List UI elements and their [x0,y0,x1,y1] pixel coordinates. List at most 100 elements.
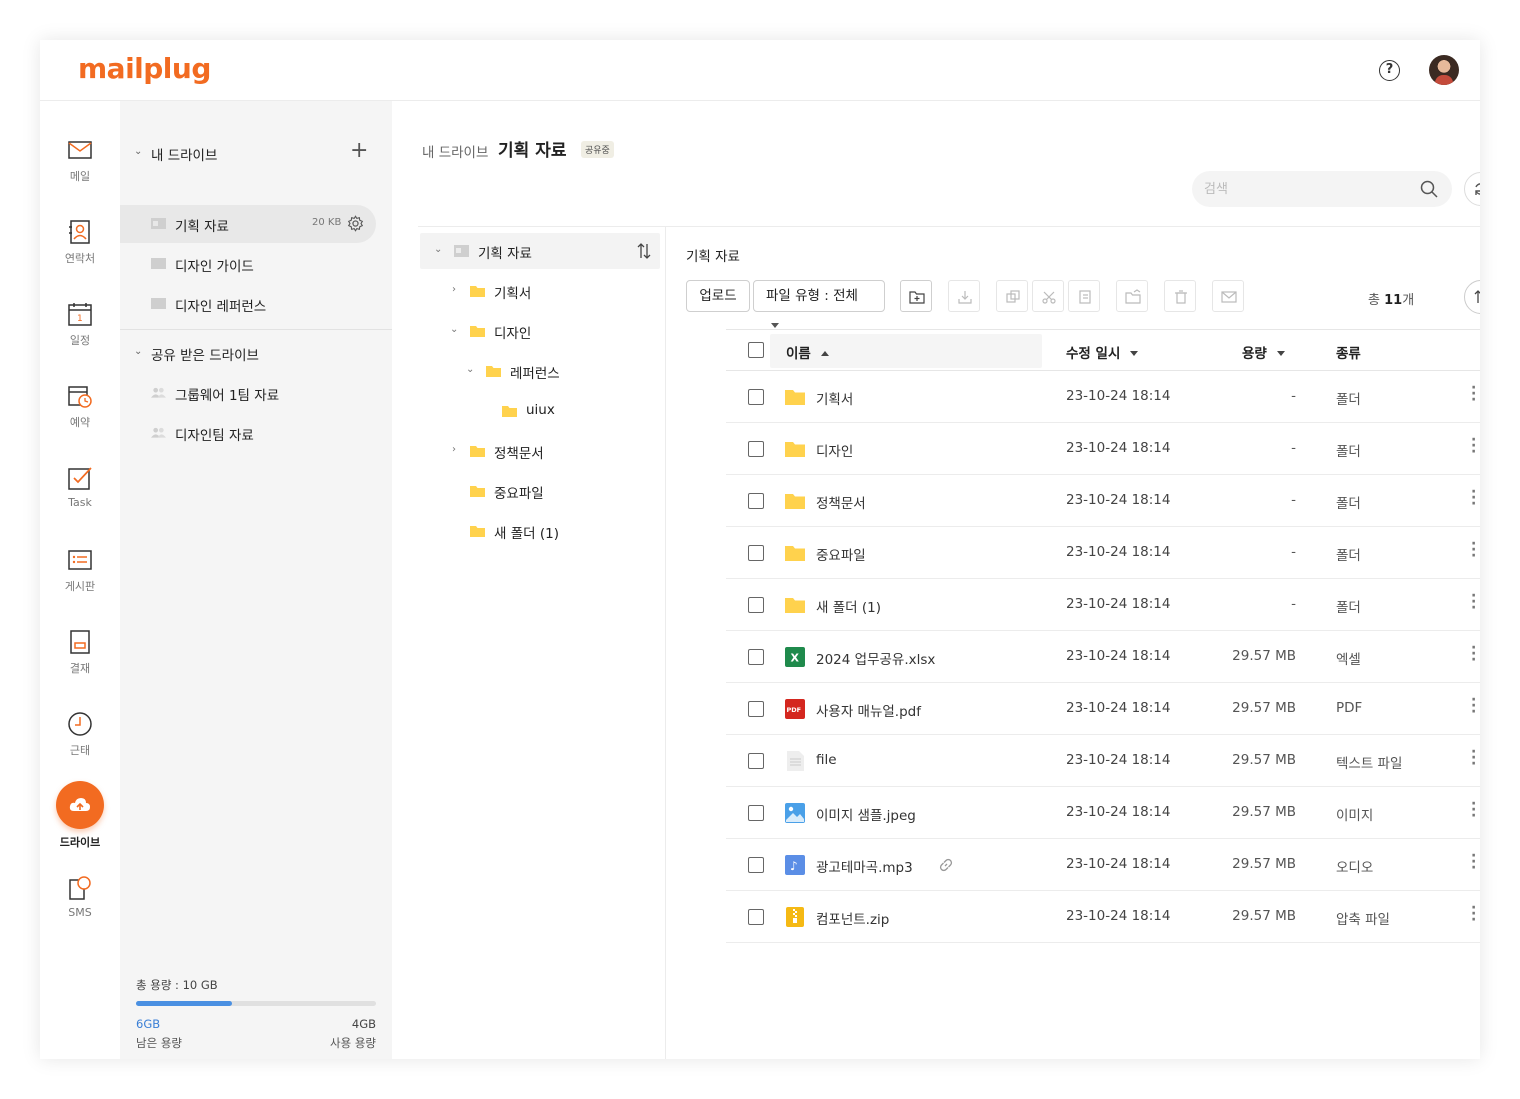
link-icon[interactable] [938,857,954,873]
more-options-icon[interactable]: · · · [1471,641,1476,667]
more-options-icon[interactable]: · · · [1471,693,1476,719]
add-drive-button[interactable]: + [350,138,368,163]
nav-board[interactable]: 게시판 [40,547,120,607]
more-options-icon[interactable]: · · · [1471,537,1476,563]
paste-button[interactable] [1068,280,1100,312]
column-header-size[interactable]: 용량 [1242,342,1285,362]
table-row[interactable]: X 2024 업무공유.xlsx 23-10-24 18:14 29.57 MB… [726,631,1480,683]
tree-node-root[interactable]: ⌄ 기획 자료 [420,233,660,269]
more-options-icon[interactable]: · · · [1471,745,1476,771]
sidebar-item-design-guide[interactable]: 디자인 가이드 [120,245,376,283]
cut-button[interactable] [1032,280,1064,312]
nav-mail[interactable]: 메일 [40,137,120,197]
search-icon[interactable] [1420,180,1438,198]
copy-button[interactable] [996,280,1028,312]
nav-label: 결재 [69,662,91,675]
sort-icon[interactable] [636,242,652,260]
shared-drive-label: 공유 받은 드라이브 [151,348,259,364]
folder-icon [785,390,805,405]
nav-task[interactable]: Task [40,465,120,525]
column-header-modified[interactable]: 수정 일시 [1066,342,1139,362]
row-checkbox[interactable] [748,493,764,509]
search-input[interactable] [1204,179,1404,199]
nav-contacts[interactable]: 연락처 [40,219,120,279]
mailplug-logo[interactable]: mailplug [78,52,211,85]
nav-drive[interactable]: 드라이브 [40,781,120,855]
nav-attendance[interactable]: 근태 [40,711,120,771]
shared-drive-section[interactable]: ⌄ 공유 받은 드라이브 [120,333,392,373]
tree-node-policy[interactable]: › 정책문서 [418,433,658,469]
table-row[interactable]: 컴포넌트.zip 23-10-24 18:14 29.57 MB 압축 파일 ·… [726,891,1480,943]
chevron-down-icon: ⌄ [466,364,475,375]
table-row[interactable]: 이미지 샘플.jpeg 23-10-24 18:14 29.57 MB 이미지 … [726,787,1480,839]
total-number: 11 [1384,293,1403,308]
sidebar-item-design-team[interactable]: 디자인팀 자료 [120,414,376,452]
nav-approval[interactable]: 결재 [40,629,120,689]
sidebar-item-groupware-team[interactable]: 그룹웨어 1팀 자료 [120,374,376,412]
my-drive-section[interactable]: ⌄ 내 드라이브 + [120,133,392,173]
more-options-icon[interactable]: · · · [1471,589,1476,615]
sidebar-item-label: 디자인 레퍼런스 [175,299,267,315]
table-row[interactable]: 정책문서 23-10-24 18:14 - 폴더 · · · [726,475,1480,527]
storage-bar [136,1001,376,1006]
column-header-name[interactable]: 이름 [786,342,829,362]
row-checkbox[interactable] [748,753,764,769]
user-avatar[interactable] [1429,55,1459,85]
row-checkbox[interactable] [748,441,764,457]
row-checkbox[interactable] [748,389,764,405]
download-button[interactable] [948,280,980,312]
column-header-type[interactable]: 종류 [1336,342,1361,362]
mail-send-button[interactable] [1212,280,1244,312]
mail-icon [1221,291,1237,303]
sidebar-item-planning[interactable]: 기획 자료 20 KB [120,205,376,243]
row-checkbox[interactable] [748,857,764,873]
table-row[interactable]: 새 폴더 (1) 23-10-24 18:14 - 폴더 · · · [726,579,1480,631]
sort-button[interactable] [1464,280,1480,314]
row-checkbox[interactable] [748,805,764,821]
more-options-icon[interactable]: · · · [1471,849,1476,875]
row-checkbox[interactable] [748,597,764,613]
chevron-down-icon: ⌄ [450,324,459,335]
more-options-icon[interactable]: · · · [1471,433,1476,459]
more-options-icon[interactable]: · · · [1471,485,1476,511]
tree-node-plan[interactable]: › 기획서 [418,273,658,309]
nav-sms[interactable]: SMS [40,875,120,935]
more-options-icon[interactable]: · · · [1471,901,1476,927]
more-options-icon[interactable]: · · · [1471,797,1476,823]
tree-node-new-folder[interactable]: 새 폴더 (1) [418,513,658,549]
file-date: 23-10-24 18:14 [1066,856,1171,872]
tree-node-important[interactable]: 중요파일 [418,473,658,509]
table-row[interactable]: file 23-10-24 18:14 29.57 MB 텍스트 파일 · · · [726,735,1480,787]
refresh-button[interactable] [1464,172,1480,206]
delete-button[interactable] [1164,280,1196,312]
file-type-filter[interactable]: 파일 유형 : 전체 [753,280,885,328]
breadcrumb-parent[interactable]: 내 드라이브 [422,141,488,161]
table-row[interactable]: 기획서 23-10-24 18:14 - 폴더 · · · [726,371,1480,423]
help-icon[interactable]: ? [1379,60,1400,81]
tree-node-reference[interactable]: ⌄ 레퍼런스 [418,353,658,389]
sidebar-item-design-reference[interactable]: 디자인 레퍼런스 [120,285,376,323]
tree-node-design[interactable]: ⌄ 디자인 [418,313,658,349]
move-button[interactable] [1116,280,1148,312]
file-size: 29.57 MB [1232,804,1296,820]
table-row[interactable]: PDF 사용자 매뉴얼.pdf 23-10-24 18:14 29.57 MB … [726,683,1480,735]
file-date: 23-10-24 18:14 [1066,596,1171,612]
row-checkbox[interactable] [748,909,764,925]
table-row[interactable]: 중요파일 23-10-24 18:14 - 폴더 · · · [726,527,1480,579]
table-row[interactable]: 디자인 23-10-24 18:14 - 폴더 · · · [726,423,1480,475]
file-name: 광고테마곡.mp3 [816,860,913,876]
new-folder-button[interactable] [900,280,932,312]
tree-node-uiux[interactable]: uiux [418,393,658,429]
nav-reservation[interactable]: 예약 [40,383,120,443]
row-checkbox[interactable] [748,545,764,561]
table-row[interactable]: ♪ 광고테마곡.mp3 23-10-24 18:14 29.57 MB 오디오 … [726,839,1480,891]
row-checkbox[interactable] [748,701,764,717]
nav-calendar[interactable]: 1 일정 [40,301,120,361]
tree-node-label: 레퍼런스 [510,366,560,382]
upload-button[interactable]: 업로드 [686,280,750,312]
row-checkbox[interactable] [748,649,764,665]
more-options-icon[interactable]: · · · [1471,381,1476,407]
nav-label: 드라이브 [59,836,101,849]
select-all-checkbox[interactable] [748,342,764,358]
gear-icon[interactable] [347,215,364,232]
